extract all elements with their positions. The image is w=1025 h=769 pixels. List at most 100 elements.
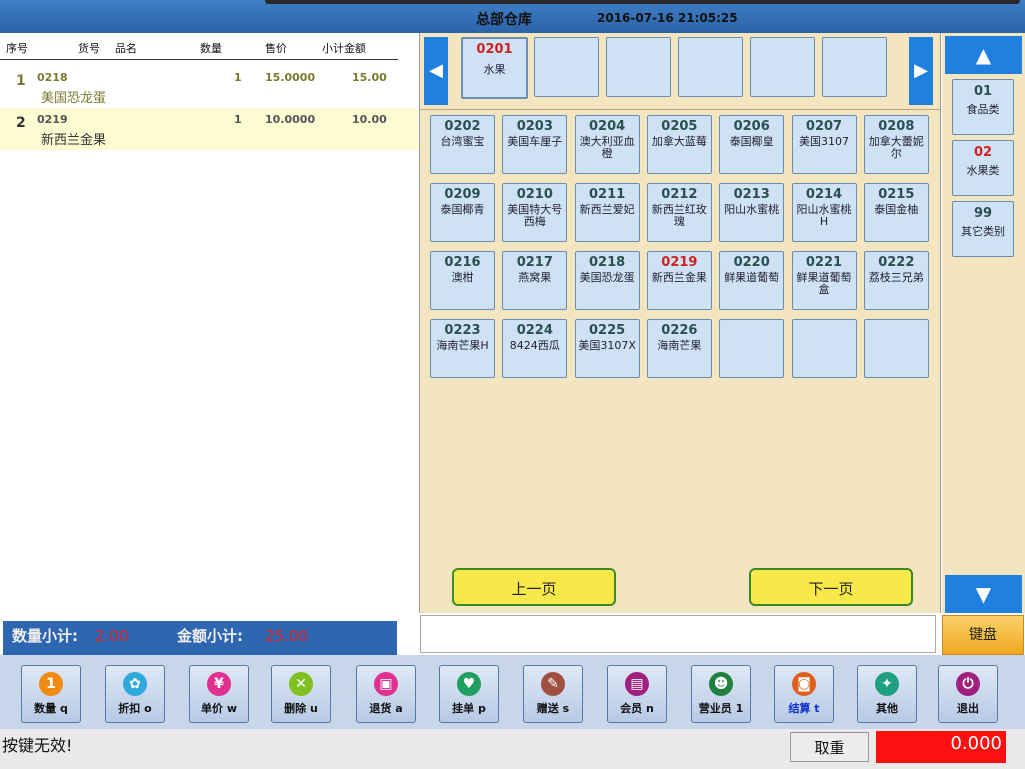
subcategory-next-button[interactable]: ▶ [909, 37, 933, 105]
product-tile[interactable]: 0209 泰国椰青 [430, 183, 495, 242]
product-code: 0204 [589, 119, 626, 134]
product-code: 0212 [661, 187, 698, 202]
product-tile[interactable]: 0202 台湾蜜宝 [430, 115, 495, 174]
product-tile[interactable]: 0224 8424西瓜 [502, 319, 568, 378]
title-bar: 总部仓库 2016-07-16 21:05:25 [0, 0, 1025, 33]
product-tile[interactable]: 0220 鲜果道葡萄 [719, 251, 785, 310]
category-name: 食品类 [966, 103, 1000, 116]
prev-page-button[interactable]: 上一页 [452, 568, 616, 606]
product-code: 0202 [444, 119, 481, 134]
subcategory-prev-button[interactable]: ◀ [424, 37, 448, 105]
product-code: 0221 [805, 255, 843, 270]
next-page-button[interactable]: 下一页 [749, 568, 913, 606]
category-tile[interactable]: 01 食品类 [952, 79, 1014, 135]
cancel-button[interactable]: 取重 [790, 732, 869, 762]
return-box-icon: ▣ [374, 672, 398, 696]
toolbar-button-3[interactable]: ¥ 单价 w [189, 665, 249, 723]
product-name: 阳山水蜜桃H [796, 203, 852, 228]
subcategory-name: 水果 [483, 63, 506, 76]
toolbar-button-label: 其他 [876, 702, 898, 715]
subcategory-tile-empty[interactable] [678, 37, 743, 97]
subcategory-tile-empty[interactable] [534, 37, 599, 97]
toolbar-button-4[interactable]: ✕ 删除 u [271, 665, 331, 723]
category-tile[interactable]: 99 其它类别 [952, 201, 1014, 257]
list-row[interactable]: 1 0218 美国恐龙蛋 1 15.0000 15.00 [0, 66, 418, 108]
product-tile[interactable]: 0219 新西兰金果 [646, 251, 712, 310]
product-tile[interactable]: 0225 美国3107X [574, 319, 640, 378]
subcategory-tile-empty[interactable] [822, 37, 887, 97]
product-tile[interactable]: 0211 新西兰爱妃 [574, 183, 640, 242]
row-name: 新西兰金果 [41, 133, 107, 148]
toolbar-button-12[interactable]: ⏻ 退出 [938, 665, 998, 723]
product-tile[interactable]: 0214 阳山水蜜桃H [791, 183, 857, 242]
subcategory-tile-empty[interactable] [606, 37, 671, 97]
toolbar-button-7[interactable]: ✎ 赠送 s [523, 665, 583, 723]
category-tile-selected[interactable]: 02 水果类 [952, 140, 1014, 196]
product-tile[interactable]: 0217 燕窝果 [502, 251, 568, 310]
row-code: 0219 [37, 113, 68, 126]
product-tile[interactable]: 0213 阳山水蜜桃 [719, 183, 785, 242]
subcategory-code: 0201 [476, 42, 513, 57]
product-tile[interactable]: 0204 澳大利亚血橙 [574, 115, 640, 174]
subcategory-tile-empty[interactable] [750, 37, 815, 97]
keyboard-button[interactable]: 键盘 [942, 615, 1024, 655]
subcategory-tile[interactable]: 0201 水果 [461, 37, 528, 99]
discount-icon: ✿ [123, 672, 147, 696]
product-tile[interactable]: 0208 加拿大蕾妮尔 [863, 115, 929, 174]
list-row-selected[interactable]: 2 0219 新西兰金果 1 10.0000 10.00 [0, 108, 418, 150]
qty-summary-value: 2.00 [95, 627, 129, 645]
product-tile-empty[interactable] [791, 319, 857, 378]
product-name: 阳山水蜜桃 [724, 203, 780, 216]
product-tile[interactable]: 0206 泰国椰皇 [719, 115, 785, 174]
product-tile[interactable]: 0215 泰国金柚 [863, 183, 929, 242]
product-code: 0213 [733, 187, 770, 202]
toolbar-button-9[interactable]: ☻ 营业员 1 [691, 665, 751, 723]
number-one-icon: 1 [39, 672, 63, 696]
product-name: 美国3107X [578, 339, 636, 352]
product-tile-empty[interactable] [863, 319, 929, 378]
product-tile[interactable]: 0203 美国车厘子 [502, 115, 568, 174]
toolbar-button-1[interactable]: 1 数量 q [21, 665, 81, 723]
status-message: 按键无效! [2, 736, 73, 755]
product-name: 泰国金柚 [874, 203, 919, 216]
row-qty: 1 [234, 71, 242, 84]
summary-bar: 数量小计: 2.00 金额小计: 25.00 [3, 621, 397, 657]
category-down-button[interactable]: ▼ [945, 575, 1022, 613]
product-tile[interactable]: 0216 澳柑 [430, 251, 495, 310]
product-name: 荔枝三兄弟 [868, 271, 924, 284]
store-title: 总部仓库 [476, 12, 532, 28]
product-code: 0217 [516, 255, 553, 270]
toolbar-button-11[interactable]: ✦ 其他 [857, 665, 917, 723]
toolbar-button-5[interactable]: ▣ 退货 a [356, 665, 416, 723]
product-tile[interactable]: 0205 加拿大蓝莓 [646, 115, 712, 174]
amount-summary-value: 25.00 [265, 627, 308, 645]
product-name: 泰国椰皇 [729, 135, 774, 148]
product-tile[interactable]: 0222 荔枝三兄弟 [863, 251, 929, 310]
toolbar-button-2[interactable]: ✿ 折扣 o [105, 665, 165, 723]
product-panel: ◀ 0201 水果 ▶ 0202 台湾蜜宝 0203 美国车厘子 0204 澳大利亚血橙 0… [419, 33, 941, 613]
gift-note-icon: ✎ [541, 672, 565, 696]
product-tile[interactable]: 0226 海南芒果 [646, 319, 712, 378]
toolbar-button-label: 单价 w [201, 702, 237, 715]
column-name: 品名 [115, 42, 137, 55]
product-tile-empty[interactable] [719, 319, 785, 378]
product-tile[interactable]: 0210 美国特大号西梅 [502, 183, 568, 242]
category-up-button[interactable]: ▲ [945, 36, 1022, 74]
barcode-input[interactable] [420, 615, 936, 653]
category-column: ▲ 01 食品类 02 水果类 99 其它类别 ▼ [942, 33, 1025, 613]
toolbar-button-label: 挂单 p [452, 702, 486, 715]
toolbar-button-label: 会员 n [620, 702, 654, 715]
toolbar-button-8[interactable]: ▤ 会员 n [607, 665, 667, 723]
toolbar-button-6[interactable]: ♥ 挂单 p [439, 665, 499, 723]
product-tile[interactable]: 0218 美国恐龙蛋 [574, 251, 640, 310]
toolbar-button-label: 退货 a [369, 702, 403, 715]
product-tile[interactable]: 0221 鲜果道葡萄盒 [791, 251, 857, 310]
product-code: 0208 [878, 119, 915, 134]
product-tile[interactable]: 0212 新西兰红玫瑰 [646, 183, 712, 242]
product-tile[interactable]: 0207 美国3107 [791, 115, 857, 174]
product-name: 澳柑 [451, 271, 474, 284]
product-code: 0209 [444, 187, 481, 202]
product-tile[interactable]: 0223 海南芒果H [430, 319, 495, 378]
toolbar-button-10[interactable]: ◙ 结算 t [774, 665, 834, 723]
amount-summary-label: 金额小计: [177, 627, 243, 645]
